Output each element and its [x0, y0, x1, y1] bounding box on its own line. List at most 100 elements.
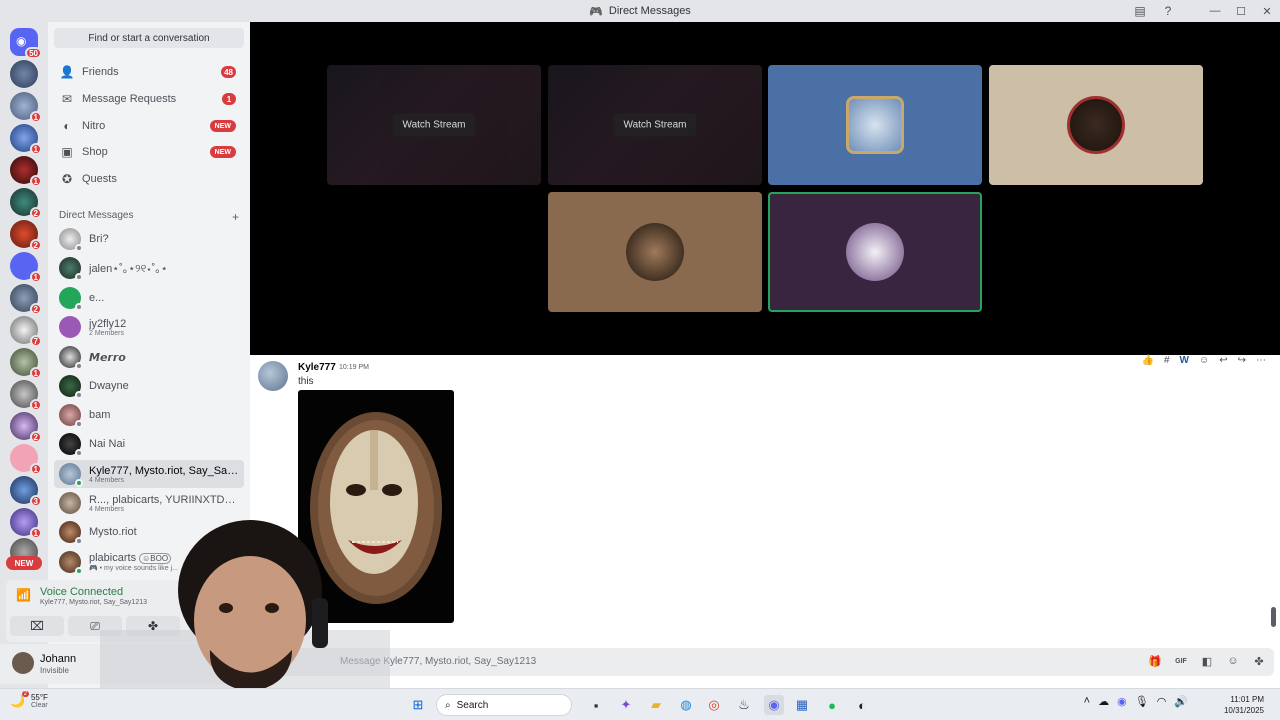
taskbar-search[interactable]: ⌕ Search	[436, 694, 572, 716]
volume-icon[interactable]: 🔊	[1174, 695, 1188, 708]
discord-logo-icon: 🎮	[589, 5, 603, 18]
clock[interactable]: 11:01 PM 10/31/2025	[1224, 694, 1264, 716]
dm-item-active[interactable]: Kyle777, Mysto.riot, Say_Say1... 4 Membe…	[54, 460, 244, 488]
group-avatar	[59, 316, 81, 338]
server-icon[interactable]: 1	[10, 348, 42, 379]
spotify-icon[interactable]: ●	[822, 695, 842, 715]
avatar[interactable]	[258, 361, 288, 391]
more-icon[interactable]: ⋯	[1256, 355, 1266, 369]
watch-stream-button[interactable]: Watch Stream	[392, 113, 476, 137]
server-icon[interactable]: 2	[10, 188, 42, 219]
maximize-button[interactable]: ☐	[1228, 0, 1254, 22]
server-icon[interactable]: 3	[10, 476, 42, 507]
task-view-icon[interactable]: ▪	[586, 695, 606, 715]
nav-nitro[interactable]: ◐ Nitro NEW	[54, 114, 244, 138]
titlebar-controls: ▤ ? — ☐ ✕	[1126, 0, 1280, 22]
home-button[interactable]: ◉ 50	[10, 28, 42, 59]
chrome-icon[interactable]: ◎	[704, 695, 724, 715]
participant-tile[interactable]	[989, 65, 1203, 185]
discord-taskbar-icon[interactable]: ◉	[764, 695, 784, 715]
dm-item[interactable]: Dwayne	[54, 372, 244, 400]
microphone-icon[interactable]: 🎙	[1135, 695, 1149, 708]
stream-tile[interactable]: Watch Stream	[548, 65, 762, 185]
server-icon[interactable]: 2	[10, 284, 42, 315]
discord-logo-icon: ◉	[16, 34, 27, 48]
network-icon[interactable]: ☁	[1098, 695, 1109, 708]
copilot-icon[interactable]: ✦	[616, 695, 636, 715]
start-button[interactable]: ⊞	[408, 695, 428, 715]
dm-item[interactable]: Bri?	[54, 225, 244, 253]
server-icon[interactable]: 7	[10, 316, 42, 347]
avatar	[59, 375, 83, 399]
steam-icon[interactable]: ♨	[734, 695, 754, 715]
apps-icon[interactable]: ✤	[1252, 654, 1266, 668]
minimize-button[interactable]: —	[1202, 0, 1228, 22]
emoji-icon[interactable]: ☺	[1199, 355, 1209, 369]
server-icon[interactable]: 1	[10, 156, 42, 187]
sticker-icon[interactable]: ◧	[1200, 654, 1214, 668]
nav-shop[interactable]: ▣ Shop NEW	[54, 140, 244, 164]
discord-tray-icon[interactable]: ◉	[1117, 695, 1127, 708]
avatar	[59, 287, 83, 311]
gift-icon[interactable]: 🎁	[1148, 654, 1162, 668]
obs-icon[interactable]: ◐	[852, 695, 872, 715]
chevron-up-icon[interactable]: ˄	[1084, 695, 1090, 708]
user-status: Invisible	[40, 666, 69, 675]
server-icon[interactable]: 1	[10, 124, 42, 155]
participant-tile-speaking[interactable]	[768, 192, 982, 312]
new-servers-pill[interactable]: NEW	[6, 556, 42, 570]
inbox-icon[interactable]: ▤	[1126, 0, 1154, 22]
dm-item[interactable]: e...	[54, 284, 244, 312]
home-badge: 50	[25, 47, 42, 59]
word-icon[interactable]: W	[1180, 355, 1189, 369]
message-composer[interactable]: Message Kyle777, Mysto.riot, Say_Say1213…	[264, 648, 1274, 676]
close-button[interactable]: ✕	[1254, 0, 1280, 22]
dm-item[interactable]: 𝙈𝙚𝙧𝙧𝙤	[54, 343, 244, 371]
avatar[interactable]	[12, 652, 34, 674]
dm-item[interactable]: jy2fly12 2 Members	[54, 313, 244, 341]
stream-tile[interactable]: Watch Stream	[327, 65, 541, 185]
message-text: this	[298, 376, 314, 387]
dm-item[interactable]: bam	[54, 401, 244, 429]
participant-tile[interactable]	[548, 192, 762, 312]
emoji-icon[interactable]: ☺	[1226, 654, 1240, 668]
file-explorer-icon[interactable]: ▰	[646, 695, 666, 715]
avatar	[846, 223, 904, 281]
nav-message-requests[interactable]: ✉ Message Requests 1	[54, 87, 244, 111]
participant-tile[interactable]	[768, 65, 982, 185]
forward-icon[interactable]: ↪	[1238, 355, 1246, 369]
window-title: 🎮 Direct Messages	[589, 5, 691, 18]
server-icon[interactable]	[10, 60, 38, 88]
title-bar: 🎮 Direct Messages ▤ ? — ☐ ✕	[0, 0, 1280, 22]
weather-widget[interactable]: 🌙 2 55°F Clear	[10, 691, 48, 709]
server-icon[interactable]: 2	[10, 220, 42, 251]
avatar	[626, 223, 684, 281]
hashtag-icon[interactable]: #	[1164, 355, 1170, 369]
camera-off-button[interactable]: ⌧	[10, 616, 64, 636]
wifi-icon[interactable]: ◠	[1157, 695, 1167, 708]
server-icon[interactable]: 1	[10, 508, 42, 539]
dm-item[interactable]: jalen⋆˚｡⋆୨୧⋆˚｡⋆	[54, 254, 244, 282]
message-author[interactable]: Kyle777	[298, 362, 336, 373]
server-icon[interactable]: 1	[10, 252, 42, 283]
create-dm-button[interactable]: +	[232, 210, 239, 224]
watch-stream-button[interactable]: Watch Stream	[613, 113, 697, 137]
nav-quests[interactable]: ✪ Quests	[54, 167, 244, 191]
requests-count-badge: 1	[222, 93, 236, 105]
server-icon[interactable]: 2	[10, 412, 42, 443]
reply-icon[interactable]: ↩	[1219, 355, 1227, 369]
nav-friends[interactable]: 👤 Friends 48	[54, 60, 244, 84]
find-conversation-button[interactable]: Find or start a conversation	[54, 28, 244, 48]
edge-icon[interactable]: ◍	[676, 695, 696, 715]
server-icon[interactable]: 1	[10, 380, 42, 411]
server-icon[interactable]: 1	[10, 92, 42, 123]
server-icon[interactable]: 1	[10, 444, 42, 475]
store-icon[interactable]: ▦	[792, 695, 812, 715]
chat-scrollbar[interactable]	[1271, 607, 1276, 627]
user-name[interactable]: Johann	[40, 653, 76, 665]
reaction-icon[interactable]: 👍	[1142, 355, 1154, 369]
dm-item[interactable]: Nai Nai	[54, 430, 244, 458]
help-icon[interactable]: ?	[1154, 0, 1182, 22]
gif-icon[interactable]: GIF	[1174, 654, 1188, 668]
avatar	[59, 551, 83, 575]
